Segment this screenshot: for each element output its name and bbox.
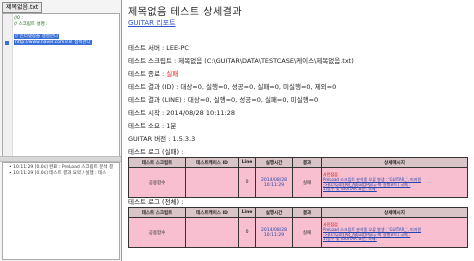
- table-header: 테스트 스크립트 테스트케이스 ID Line 실행시간 결과 상세메시지: [128, 207, 468, 218]
- info-result-line: 테스트 결과 (LINE) : 대상=0, 실행=0, 성공=0, 실패=0, …: [128, 96, 319, 104]
- cell-tcid: [185, 167, 239, 198]
- col-time: 실행시간: [255, 157, 293, 168]
- info-server: 테스트 서버 : LEE-PC: [128, 44, 189, 52]
- table-header: 테스트 스크립트 테스트케이스 ID Line 실행시간 결과 상세메시지: [128, 157, 468, 168]
- all-log-title: 테스트 로그 (전체) :: [128, 198, 184, 206]
- col-time: 실행시간: [255, 207, 293, 218]
- file-tab[interactable]: 제목없음.txt: [2, 2, 43, 13]
- cell-detail: 사전점검 PreLoad 스크립트 분석중 오류 발생 : 'GUITAR_',…: [321, 217, 468, 248]
- info-script: 테스트 스크립트 : 제목없음 (C:\GUITAR\DATA\TESTCASE…: [128, 57, 354, 65]
- left-panel: 제목없음.txt //0 : // 스크립트 설명 : // 인터넷창을 생성한…: [0, 0, 122, 261]
- cell-result: 실패: [292, 167, 322, 198]
- editor-line: // 스크립트 설명 :: [14, 22, 48, 27]
- script-editor[interactable]: //0 : // 스크립트 설명 : // 인터넷창을 생성한다 http://…: [2, 13, 120, 157]
- log-line: • 10:11:29 [0.0s] 완료 : PreLoad 스크립트 분석 결: [9, 165, 114, 170]
- cell-result: 실패: [292, 217, 322, 248]
- status-fail: 실패: [166, 70, 179, 78]
- table-row: 공용함수 0 2014/08/28 10:11:29 실패 사전점검 PreLo…: [128, 167, 468, 198]
- col-result: 결과: [292, 207, 322, 218]
- cell-time: 2014/08/28 10:11:29: [255, 217, 293, 248]
- report-view: 제목없음 테스트 상세결과 GUITAR 리포트 테스트 서버 : LEE-PC…: [122, 0, 474, 261]
- report-link[interactable]: GUITAR 리포트: [128, 18, 176, 28]
- col-tcid: 테스트케이스 ID: [185, 157, 239, 168]
- col-result: 결과: [292, 157, 322, 168]
- fail-log-title: 테스트 로그 (실패) :: [128, 148, 184, 156]
- editor-line: // 인터넷창을 생성한다: [14, 34, 60, 39]
- cell-line: 0: [238, 167, 256, 198]
- cell-script: 공용함수: [128, 167, 186, 198]
- col-detail: 상세메시지: [321, 157, 468, 168]
- info-status: 테스트 종료 : 실패: [128, 70, 179, 78]
- col-tcid: 테스트케이스 ID: [185, 207, 239, 218]
- col-line: Line: [238, 157, 256, 168]
- col-line: Line: [238, 207, 256, 218]
- cell-line: 0: [238, 217, 256, 248]
- cell-detail: 사전점검 PreLoad 스크립트 분석중 오류 발생 : 'GUITAR_',…: [321, 167, 468, 198]
- editor-gutter: [3, 14, 13, 156]
- editor-line: //0 :: [14, 16, 23, 21]
- col-detail: 상세메시지: [321, 207, 468, 218]
- cell-time: 2014/08/28 10:11:29: [255, 167, 293, 198]
- bookmark-icon: [5, 41, 9, 45]
- info-result-id: 테스트 결과 (ID) : 대상=0, 실행=0, 성공=0, 실패=0, 미실…: [128, 83, 337, 91]
- page-title: 제목없음 테스트 상세결과: [128, 7, 243, 18]
- cell-tcid: [185, 217, 239, 248]
- info-start: 테스트 시작 : 2014/08/28 10:11:28: [128, 109, 236, 117]
- info-duration: 테스트 소요 : 1분: [128, 122, 177, 130]
- editor-line: http://www.naver.com으로 접속한다: [14, 40, 92, 45]
- cell-script: 공용함수: [128, 217, 186, 248]
- table-row: 공용함수 0 2014/08/28 10:11:29 실패 사전점검 PreLo…: [128, 217, 468, 248]
- all-log-table: 테스트 스크립트 테스트케이스 ID Line 실행시간 결과 상세메시지 공용…: [128, 207, 468, 248]
- col-script: 테스트 스크립트: [128, 207, 186, 218]
- info-version: GUITAR 버전 : 1.5.3.3: [128, 135, 196, 143]
- col-script: 테스트 스크립트: [128, 157, 186, 168]
- log-panel[interactable]: • 10:11:29 [0.0s] 완료 : PreLoad 스크립트 분석 결…: [2, 162, 120, 260]
- fail-log-table: 테스트 스크립트 테스트케이스 ID Line 실행시간 결과 상세메시지 공용…: [128, 157, 468, 198]
- log-line: • 10:11:29 [0.0s] 테스트 결과 요약 / 실행 : 테스: [9, 171, 107, 176]
